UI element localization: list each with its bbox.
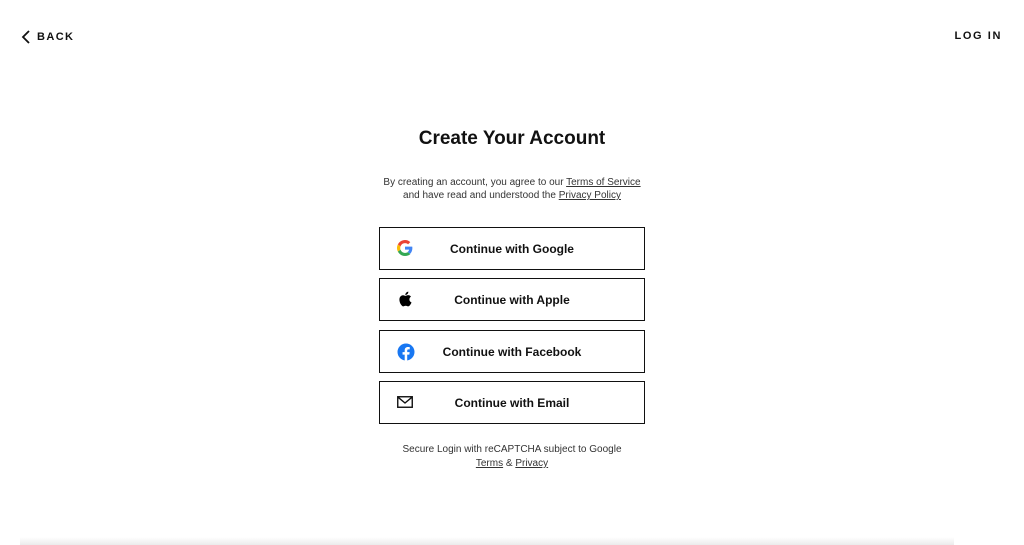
continue-with-email-button[interactable]: Continue with Email <box>379 381 645 424</box>
facebook-icon <box>397 343 415 361</box>
continue-with-google-button[interactable]: Continue with Google <box>379 227 645 270</box>
recaptcha-links: Terms & Privacy <box>0 457 1024 471</box>
back-label: BACK <box>37 31 75 43</box>
continue-with-facebook-button[interactable]: Continue with Facebook <box>379 330 645 373</box>
google-terms-link[interactable]: Terms <box>476 458 503 469</box>
email-button-label: Continue with Email <box>454 395 570 410</box>
legal-line-1: By creating an account, you agree to our… <box>0 176 1024 189</box>
apple-button-label: Continue with Apple <box>454 292 570 307</box>
ampersand-separator: & <box>503 458 516 469</box>
legal-text-2: and have read and understood the <box>403 190 559 201</box>
chevron-left-icon <box>21 30 30 44</box>
terms-of-service-link[interactable]: Terms of Service <box>566 177 640 188</box>
bottom-fade <box>20 537 954 545</box>
recaptcha-notice: Secure Login with reCAPTCHA subject to G… <box>0 443 1024 471</box>
top-bar: BACK LOG IN <box>0 0 1024 74</box>
legal-text-1: By creating an account, you agree to our <box>383 177 567 188</box>
mail-icon <box>397 394 413 410</box>
google-button-label: Continue with Google <box>450 241 574 256</box>
login-link[interactable]: LOG IN <box>955 30 1003 42</box>
recaptcha-text: Secure Login with reCAPTCHA subject to G… <box>402 444 622 455</box>
legal-line-2: and have read and understood the Privacy… <box>0 189 1024 202</box>
google-privacy-link[interactable]: Privacy <box>515 458 548 469</box>
continue-with-apple-button[interactable]: Continue with Apple <box>379 278 645 321</box>
privacy-policy-link[interactable]: Privacy Policy <box>559 190 621 201</box>
back-button[interactable]: BACK <box>21 29 74 45</box>
legal-notice: By creating an account, you agree to our… <box>0 176 1024 202</box>
apple-icon <box>397 291 413 307</box>
facebook-button-label: Continue with Facebook <box>442 344 582 359</box>
page-title: Create Your Account <box>418 128 606 149</box>
google-icon <box>397 240 413 256</box>
